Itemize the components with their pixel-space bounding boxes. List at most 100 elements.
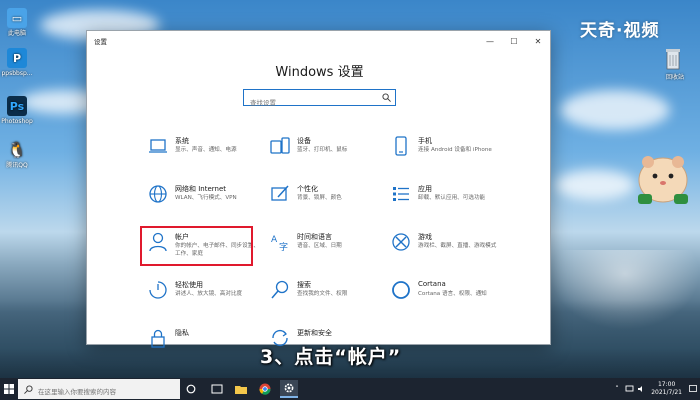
photoshop-icon: Ps — [7, 96, 27, 116]
tile-description: 卸载、默认应用、可选功能 — [418, 195, 486, 201]
windows-logo-icon — [4, 384, 14, 394]
settings-tile-system[interactable]: 系统 显示、声音、通知、电源 — [147, 135, 265, 179]
taskbar-app-settings[interactable] — [280, 380, 298, 398]
network-button[interactable] — [624, 383, 634, 395]
title-bar[interactable]: 设置 — ☐ ✕ — [87, 31, 550, 51]
recycle-bin-icon[interactable] — [666, 48, 680, 70]
video-watermark: 天奇·视频 — [580, 21, 660, 41]
tile-name: 更新和安全 — [297, 329, 332, 337]
tile-description: WLAN、飞行模式、VPN — [175, 195, 237, 201]
close-icon: ✕ — [534, 36, 542, 46]
folder-icon — [235, 386, 247, 394]
tile-name: 网络和 Internet — [175, 185, 227, 193]
task-view-button[interactable] — [208, 380, 226, 398]
tile-name: 设备 — [297, 137, 311, 145]
tile-name: 应用 — [418, 185, 432, 193]
tile-description: 连接 Android 设备和 iPhone — [418, 147, 492, 153]
taskbar-app-file-explorer[interactable] — [232, 380, 250, 398]
settings-tile-gaming[interactable]: 游戏 游戏栏、截屏、直播、游戏模式 — [390, 231, 508, 275]
tile-description: 语音、区域、日期 — [297, 243, 342, 249]
recycle-bin-label: 回收站 — [665, 74, 684, 81]
lock-icon — [151, 329, 165, 348]
tile-name: 系统 — [175, 137, 189, 145]
tile-description: 背景、锁屏、颜色 — [297, 195, 342, 201]
qq-penguin-icon: 🐧 — [7, 140, 27, 159]
cortana-button[interactable] — [182, 380, 200, 398]
start-button[interactable] — [0, 378, 18, 400]
tile-description: 蓝牙、打印机、鼠标 — [297, 147, 348, 153]
desktop-icon-label: 此电脑 — [7, 30, 26, 37]
settings-tile-personalization[interactable]: 个性化 背景、锁屏、颜色 — [269, 183, 387, 227]
chrome-icon — [259, 383, 271, 395]
settings-tile-privacy[interactable]: 隐私 — [147, 327, 265, 371]
tile-name: 轻松使用 — [175, 281, 203, 289]
time-language-icon: A 字 — [271, 235, 288, 253]
svg-text:字: 字 — [279, 241, 288, 253]
cortana-icon — [186, 384, 196, 394]
notification-icon — [689, 385, 697, 392]
tile-name: 隐私 — [175, 329, 189, 337]
tile-name: Cortana — [418, 280, 446, 288]
settings-tile-time-language[interactable]: A 字 时间和语言 语音、区域、日期 — [269, 231, 387, 275]
settings-tile-ease-of-access[interactable]: 轻松使用 讲述人、放大镜、高对比度 — [147, 279, 265, 323]
apps-icon — [393, 187, 409, 201]
taskbar-search-box[interactable] — [18, 379, 180, 400]
taskbar-clock[interactable]: 17:00 2021/7/21 — [651, 381, 682, 397]
computer-icon: ▭ — [7, 8, 27, 28]
tile-name: 手机 — [418, 137, 432, 145]
phone-icon — [395, 136, 407, 156]
hamster-sticker-icon — [638, 156, 688, 204]
paint-icon — [271, 185, 289, 201]
minimize-button[interactable]: — — [478, 31, 502, 51]
clock-time: 17:00 — [657, 381, 676, 388]
close-button[interactable]: ✕ — [526, 31, 550, 51]
settings-tile-search[interactable]: 搜索 查找我的文件、权限 — [269, 279, 387, 323]
network-icon — [625, 385, 633, 392]
cloud — [555, 170, 635, 200]
maximize-icon: ☐ — [510, 36, 518, 46]
settings-tile-apps[interactable]: 应用 卸载、默认应用、可选功能 — [390, 183, 508, 227]
tray-expand-button[interactable]: ˄ — [612, 383, 622, 395]
settings-tile-phone[interactable]: 手机 连接 Android 设备和 iPhone — [390, 135, 508, 179]
desktop-icon-label: 腾讯QQ — [6, 162, 28, 169]
search-icon — [24, 385, 33, 394]
taskbar-app-chrome[interactable] — [256, 380, 274, 398]
cloud — [560, 90, 670, 130]
settings-tile-cortana[interactable]: Cortana Cortana 语言、权限、通知 — [390, 279, 508, 323]
minimize-icon: — — [486, 36, 494, 46]
volume-button[interactable] — [636, 383, 646, 395]
settings-tile-devices[interactable]: 设备 蓝牙、打印机、鼠标 — [269, 135, 387, 179]
window-title: 设置 — [94, 38, 107, 46]
tutorial-subtitle: 3、点击“帐户” — [260, 346, 402, 368]
settings-tile-network[interactable]: 网络和 Internet WLAN、飞行模式、VPN — [147, 183, 265, 227]
ease-of-access-icon — [149, 281, 167, 299]
tile-description: 显示、声音、通知、电源 — [175, 147, 237, 153]
desktop-icon-pp[interactable]: P ppsbbsp... — [0, 48, 34, 77]
notification-button[interactable] — [688, 383, 698, 395]
taskbar-search-input[interactable] — [18, 382, 158, 400]
desktop-icon-photoshop[interactable]: Ps Photoshop — [0, 96, 34, 125]
settings-search-box[interactable] — [243, 89, 396, 111]
page-title: Windows 设置 — [275, 65, 364, 80]
svg-text:A: A — [271, 235, 278, 245]
tile-description: 查找我的文件、权限 — [297, 291, 348, 297]
desktop-icon-qq[interactable]: 🐧 腾讯QQ — [0, 140, 34, 169]
globe-icon — [149, 185, 167, 203]
tile-description: Cortana 语言、权限、通知 — [418, 291, 487, 297]
task-view-icon — [211, 384, 223, 394]
desktop-icon-label: Photoshop — [1, 118, 33, 125]
tile-description: 游戏栏、截屏、直播、游戏模式 — [418, 243, 497, 249]
desktop-icon-this-pc[interactable]: ▭ 此电脑 — [0, 8, 34, 37]
search-icon — [271, 280, 289, 299]
settings-search-input[interactable] — [244, 95, 374, 111]
maximize-button[interactable]: ☐ — [502, 31, 526, 51]
pp-app-icon: P — [7, 48, 27, 68]
taskbar: ˄ 17:00 2021/7/21 — [0, 378, 700, 400]
desktop-icon-label: ppsbbsp... — [1, 70, 33, 77]
tile-name: 游戏 — [418, 233, 432, 241]
clock-date: 2021/7/21 — [651, 389, 682, 396]
laptop-icon — [149, 139, 167, 153]
devices-icon — [270, 137, 290, 154]
cortana-icon — [392, 281, 410, 299]
tile-name: 时间和语言 — [297, 233, 332, 241]
